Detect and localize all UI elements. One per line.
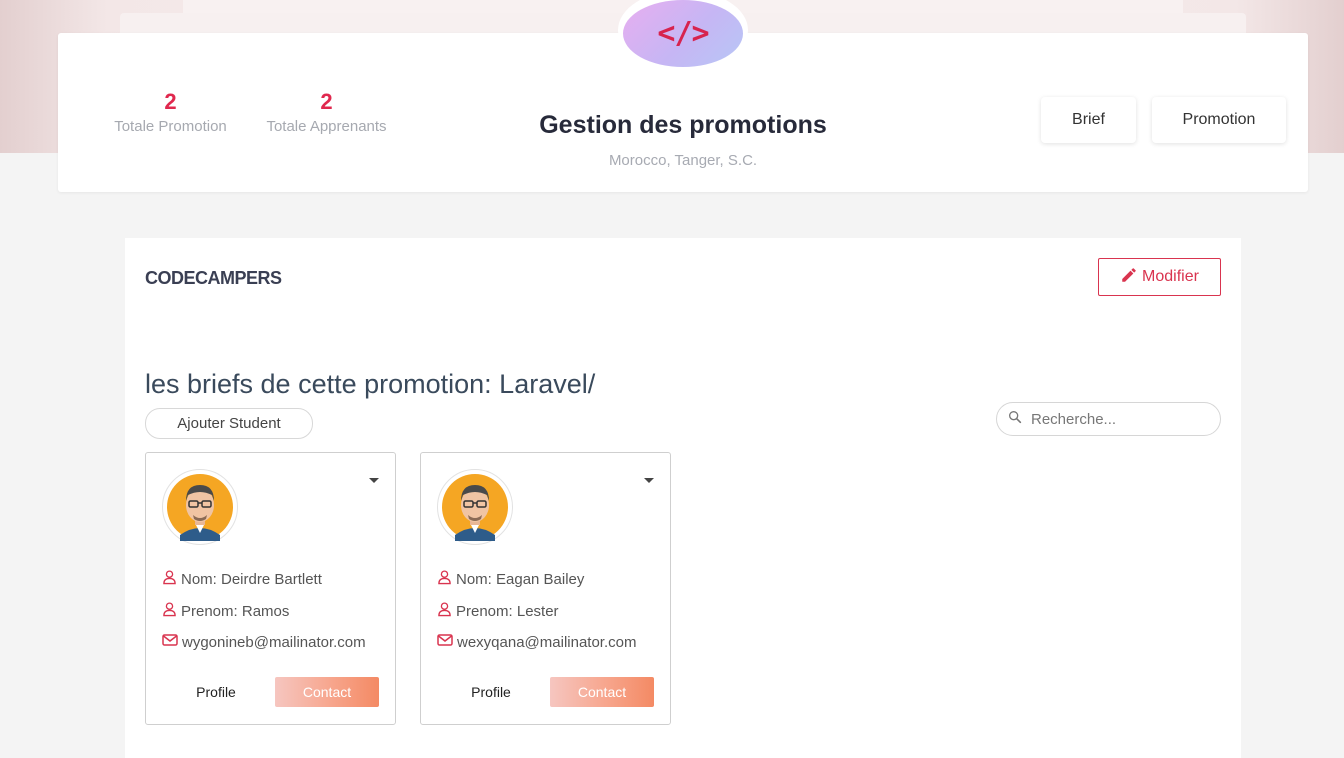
mail-icon: [437, 633, 453, 651]
page-title: Gestion des promotions: [539, 111, 827, 139]
avatar: [437, 469, 513, 545]
user-icon: [162, 569, 177, 589]
contact-button[interactable]: Contact: [550, 677, 654, 707]
prenom-text: Prenom: Ramos: [181, 602, 290, 620]
pencil-icon: [1120, 266, 1138, 289]
student-prenom: Prenom: Lester: [437, 601, 559, 621]
avatar: [162, 469, 238, 545]
user-icon: [437, 601, 452, 621]
search-icon: [997, 409, 1023, 430]
stat-label: Totale Apprenants: [266, 118, 387, 135]
student-card: Nom: Eagan Bailey Prenom: Lester wexyqan…: [420, 452, 671, 725]
promotion-name: CODECAMPERS: [145, 268, 282, 288]
email-text: wexyqana@mailinator.com: [457, 633, 637, 651]
caret-down-icon[interactable]: [369, 478, 379, 483]
search-input[interactable]: [1029, 409, 1203, 429]
caret-down-icon[interactable]: [644, 478, 654, 483]
page-subtitle: Morocco, Tanger, S.C.: [608, 152, 758, 169]
user-icon: [162, 601, 177, 621]
student-card: Nom: Deirdre Bartlett Prenom: Ramos wygo…: [145, 452, 396, 725]
stat-total-apprenants: 2 Totale Apprenants: [259, 89, 394, 137]
email-text: wygonineb@mailinator.com: [182, 633, 366, 651]
modifier-button[interactable]: Modifier: [1098, 258, 1221, 296]
stat-value: 2: [164, 89, 177, 114]
add-student-button[interactable]: Ajouter Student: [145, 408, 313, 439]
student-email: wygonineb@mailinator.com: [162, 633, 366, 651]
nom-text: Nom: Eagan Bailey: [456, 570, 585, 588]
brief-button[interactable]: Brief: [1041, 97, 1136, 143]
user-icon: [437, 569, 452, 589]
contact-button[interactable]: Contact: [275, 677, 379, 707]
search-box: [996, 402, 1221, 436]
student-nom: Nom: Eagan Bailey: [437, 569, 584, 589]
profile-button[interactable]: Profile: [176, 677, 256, 707]
student-email: wexyqana@mailinator.com: [437, 633, 636, 651]
stat-label: Totale Promotion: [114, 118, 227, 135]
prenom-text: Prenom: Lester: [456, 602, 559, 620]
code-icon: </>: [623, 0, 743, 67]
section-title: les briefs de cette promotion: Laravel/: [145, 369, 596, 399]
modifier-label: Modifier: [1142, 268, 1199, 285]
student-nom: Nom: Deirdre Bartlett: [162, 569, 322, 589]
nom-text: Nom: Deirdre Bartlett: [181, 570, 322, 588]
stat-total-promotion: 2 Totale Promotion: [108, 89, 233, 137]
student-prenom: Prenom: Ramos: [162, 601, 289, 621]
stat-value: 2: [320, 89, 333, 114]
promotion-button[interactable]: Promotion: [1152, 97, 1286, 143]
profile-button[interactable]: Profile: [451, 677, 531, 707]
mail-icon: [162, 633, 178, 651]
